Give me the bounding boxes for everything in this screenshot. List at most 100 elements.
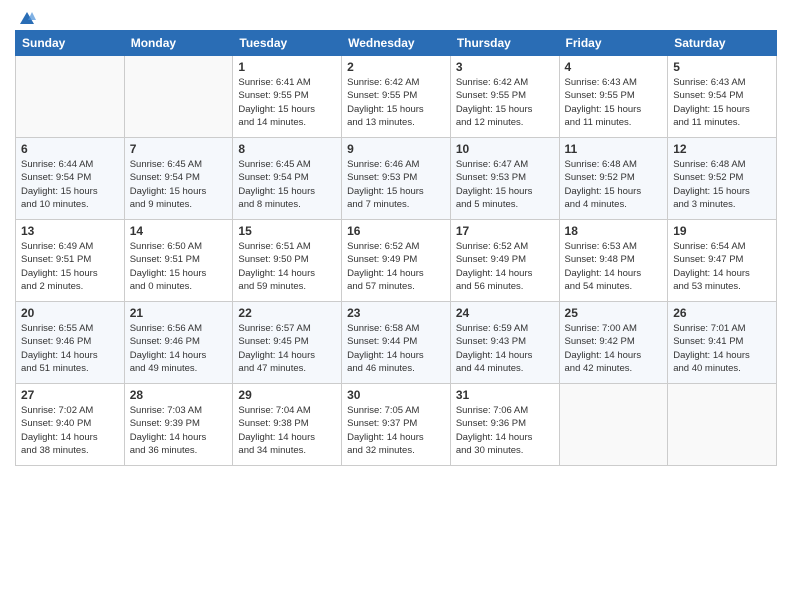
day-number: 7 — [130, 142, 228, 156]
logo — [15, 10, 36, 24]
day-number: 10 — [456, 142, 554, 156]
cell-info: Sunrise: 6:56 AMSunset: 9:46 PMDaylight:… — [130, 322, 228, 375]
cell-info: Sunrise: 7:05 AMSunset: 9:37 PMDaylight:… — [347, 404, 445, 457]
day-number: 21 — [130, 306, 228, 320]
calendar-cell: 31 Sunrise: 7:06 AMSunset: 9:36 PMDayligh… — [450, 384, 559, 466]
cell-info: Sunrise: 7:01 AMSunset: 9:41 PMDaylight:… — [673, 322, 771, 375]
cell-info: Sunrise: 6:42 AMSunset: 9:55 PMDaylight:… — [347, 76, 445, 129]
cell-info: Sunrise: 6:47 AMSunset: 9:53 PMDaylight:… — [456, 158, 554, 211]
calendar-cell: 3 Sunrise: 6:42 AMSunset: 9:55 PMDaylight… — [450, 56, 559, 138]
day-number: 11 — [565, 142, 663, 156]
day-number: 16 — [347, 224, 445, 238]
day-number: 26 — [673, 306, 771, 320]
day-number: 19 — [673, 224, 771, 238]
day-number: 17 — [456, 224, 554, 238]
weekday-header-row: SundayMondayTuesdayWednesdayThursdayFrid… — [16, 31, 777, 56]
day-number: 9 — [347, 142, 445, 156]
calendar-cell: 30Sunrise: 7:05 AMSunset: 9:37 PMDayligh… — [342, 384, 451, 466]
cell-info: Sunrise: 6:43 AMSunset: 9:55 PMDaylight:… — [565, 76, 663, 129]
cell-info: Sunrise: 7:06 AMSunset: 9:36 PMDaylight:… — [456, 404, 554, 457]
day-number: 8 — [238, 142, 336, 156]
day-number: 3 — [456, 60, 554, 74]
day-number: 4 — [565, 60, 663, 74]
cell-info: Sunrise: 6:54 AMSunset: 9:47 PMDaylight:… — [673, 240, 771, 293]
calendar-cell: 21 Sunrise: 6:56 AMSunset: 9:46 PMDayligh… — [124, 302, 233, 384]
cell-info: Sunrise: 6:57 AMSunset: 9:45 PMDaylight:… — [238, 322, 336, 375]
day-number: 24 — [456, 306, 554, 320]
weekday-thursday: Thursday — [450, 31, 559, 56]
calendar-cell: 14Sunrise: 6:50 AMSunset: 9:51 PMDayligh… — [124, 220, 233, 302]
calendar-table: SundayMondayTuesdayWednesdayThursdayFrid… — [15, 30, 777, 466]
calendar-cell: 12Sunrise: 6:48 AMSunset: 9:52 PMDayligh… — [668, 138, 777, 220]
calendar-cell: 15 Sunrise: 6:51 AMSunset: 9:50 PMDayligh… — [233, 220, 342, 302]
calendar-cell: 16 Sunrise: 6:52 AMSunset: 9:49 PMDayligh… — [342, 220, 451, 302]
cell-info: Sunrise: 6:42 AMSunset: 9:55 PMDaylight:… — [456, 76, 554, 129]
calendar-cell: 19 Sunrise: 6:54 AMSunset: 9:47 PMDayligh… — [668, 220, 777, 302]
calendar-cell: 17 Sunrise: 6:52 AMSunset: 9:49 PMDayligh… — [450, 220, 559, 302]
weekday-friday: Friday — [559, 31, 668, 56]
calendar-cell: 22 Sunrise: 6:57 AMSunset: 9:45 PMDayligh… — [233, 302, 342, 384]
week-row-3: 13 Sunrise: 6:49 AMSunset: 9:51 PMDayligh… — [16, 220, 777, 302]
calendar-cell: 28Sunrise: 7:03 AMSunset: 9:39 PMDayligh… — [124, 384, 233, 466]
day-number: 12 — [673, 142, 771, 156]
calendar-cell: 6 Sunrise: 6:44 AMSunset: 9:54 PMDaylight… — [16, 138, 125, 220]
calendar-cell — [124, 56, 233, 138]
cell-info: Sunrise: 6:43 AMSunset: 9:54 PMDaylight:… — [673, 76, 771, 129]
cell-info: Sunrise: 6:48 AMSunset: 9:52 PMDaylight:… — [565, 158, 663, 211]
calendar-cell: 2 Sunrise: 6:42 AMSunset: 9:55 PMDaylight… — [342, 56, 451, 138]
cell-info: Sunrise: 6:58 AMSunset: 9:44 PMDaylight:… — [347, 322, 445, 375]
calendar-cell: 10 Sunrise: 6:47 AMSunset: 9:53 PMDayligh… — [450, 138, 559, 220]
day-number: 27 — [21, 388, 119, 402]
calendar-cell: 20Sunrise: 6:55 AMSunset: 9:46 PMDayligh… — [16, 302, 125, 384]
cell-info: Sunrise: 6:46 AMSunset: 9:53 PMDaylight:… — [347, 158, 445, 211]
cell-info: Sunrise: 6:52 AMSunset: 9:49 PMDaylight:… — [347, 240, 445, 293]
weekday-saturday: Saturday — [668, 31, 777, 56]
calendar-cell: 13 Sunrise: 6:49 AMSunset: 9:51 PMDayligh… — [16, 220, 125, 302]
week-row-1: 1Sunrise: 6:41 AMSunset: 9:55 PMDaylight… — [16, 56, 777, 138]
week-row-4: 20Sunrise: 6:55 AMSunset: 9:46 PMDayligh… — [16, 302, 777, 384]
cell-info: Sunrise: 6:53 AMSunset: 9:48 PMDaylight:… — [565, 240, 663, 293]
cell-info: Sunrise: 6:41 AMSunset: 9:55 PMDaylight:… — [238, 76, 336, 129]
calendar-cell: 4 Sunrise: 6:43 AMSunset: 9:55 PMDaylight… — [559, 56, 668, 138]
day-number: 31 — [456, 388, 554, 402]
cell-info: Sunrise: 6:51 AMSunset: 9:50 PMDaylight:… — [238, 240, 336, 293]
weekday-sunday: Sunday — [16, 31, 125, 56]
cell-info: Sunrise: 6:49 AMSunset: 9:51 PMDaylight:… — [21, 240, 119, 293]
calendar-body: 1Sunrise: 6:41 AMSunset: 9:55 PMDaylight… — [16, 56, 777, 466]
calendar-cell: 29 Sunrise: 7:04 AMSunset: 9:38 PMDayligh… — [233, 384, 342, 466]
weekday-wednesday: Wednesday — [342, 31, 451, 56]
day-number: 18 — [565, 224, 663, 238]
day-number: 13 — [21, 224, 119, 238]
cell-info: Sunrise: 6:52 AMSunset: 9:49 PMDaylight:… — [456, 240, 554, 293]
cell-info: Sunrise: 6:44 AMSunset: 9:54 PMDaylight:… — [21, 158, 119, 211]
day-number: 15 — [238, 224, 336, 238]
calendar-cell: 26 Sunrise: 7:01 AMSunset: 9:41 PMDayligh… — [668, 302, 777, 384]
calendar-cell — [559, 384, 668, 466]
day-number: 14 — [130, 224, 228, 238]
weekday-tuesday: Tuesday — [233, 31, 342, 56]
cell-info: Sunrise: 6:45 AMSunset: 9:54 PMDaylight:… — [130, 158, 228, 211]
day-number: 2 — [347, 60, 445, 74]
day-number: 23 — [347, 306, 445, 320]
calendar-cell — [16, 56, 125, 138]
calendar-page: SundayMondayTuesdayWednesdayThursdayFrid… — [0, 0, 792, 612]
calendar-cell: 5 Sunrise: 6:43 AMSunset: 9:54 PMDaylight… — [668, 56, 777, 138]
cell-info: Sunrise: 6:59 AMSunset: 9:43 PMDaylight:… — [456, 322, 554, 375]
calendar-cell: 27 Sunrise: 7:02 AMSunset: 9:40 PMDayligh… — [16, 384, 125, 466]
cell-info: Sunrise: 6:45 AMSunset: 9:54 PMDaylight:… — [238, 158, 336, 211]
day-number: 29 — [238, 388, 336, 402]
calendar-cell: 23 Sunrise: 6:58 AMSunset: 9:44 PMDayligh… — [342, 302, 451, 384]
calendar-cell: 8 Sunrise: 6:45 AMSunset: 9:54 PMDaylight… — [233, 138, 342, 220]
day-number: 22 — [238, 306, 336, 320]
logo-icon — [18, 10, 36, 28]
calendar-cell: 1Sunrise: 6:41 AMSunset: 9:55 PMDaylight… — [233, 56, 342, 138]
calendar-cell: 25Sunrise: 7:00 AMSunset: 9:42 PMDayligh… — [559, 302, 668, 384]
day-number: 5 — [673, 60, 771, 74]
calendar-cell: 18 Sunrise: 6:53 AMSunset: 9:48 PMDayligh… — [559, 220, 668, 302]
calendar-cell — [668, 384, 777, 466]
day-number: 6 — [21, 142, 119, 156]
cell-info: Sunrise: 7:02 AMSunset: 9:40 PMDaylight:… — [21, 404, 119, 457]
day-number: 25 — [565, 306, 663, 320]
cell-info: Sunrise: 7:04 AMSunset: 9:38 PMDaylight:… — [238, 404, 336, 457]
calendar-cell: 11 Sunrise: 6:48 AMSunset: 9:52 PMDayligh… — [559, 138, 668, 220]
